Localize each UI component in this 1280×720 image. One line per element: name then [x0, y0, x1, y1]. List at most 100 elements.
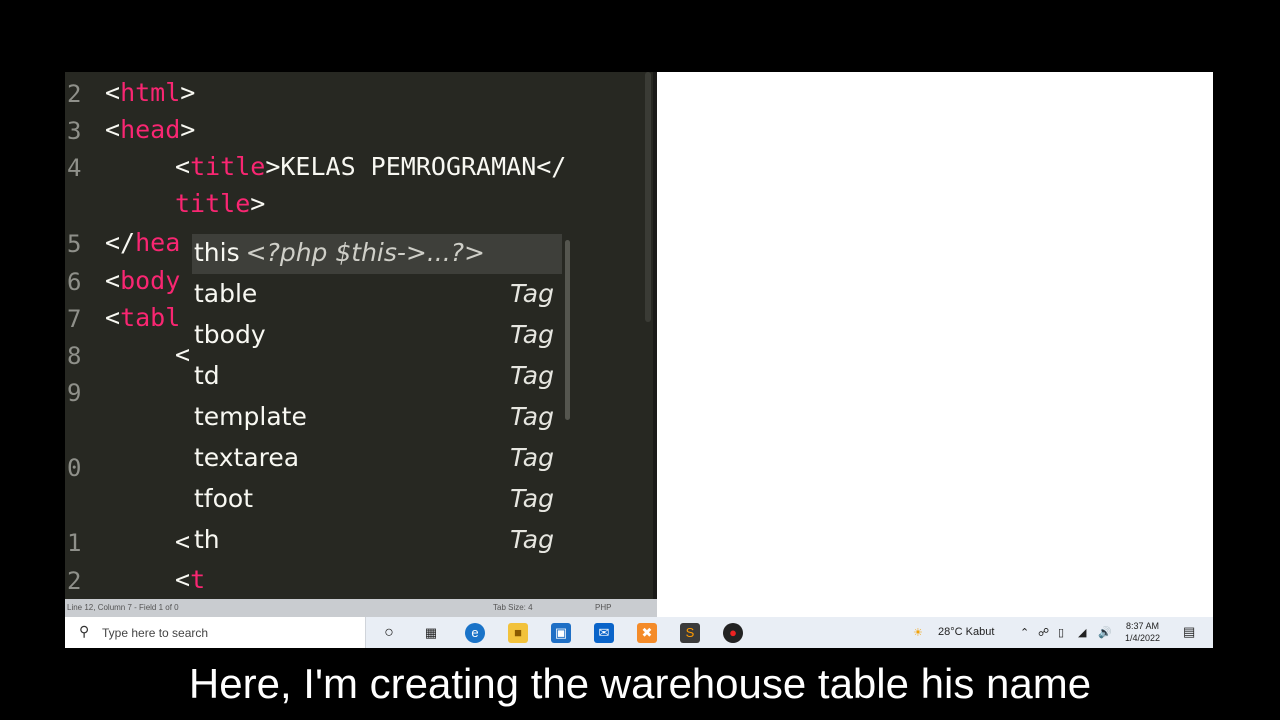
code-tag-name: html [120, 78, 181, 107]
autocomplete-item-kind: Tag [510, 402, 554, 431]
code-line[interactable]: <body [105, 266, 180, 295]
autocomplete-item[interactable]: template Tag [192, 398, 562, 438]
volume-icon[interactable]: 🔊 [1098, 626, 1112, 639]
autocomplete-item-label: template [194, 402, 307, 431]
file-explorer-icon[interactable]: ■ [508, 623, 528, 643]
code-line[interactable]: <html> [105, 78, 195, 107]
autocomplete-item[interactable]: table Tag [192, 275, 562, 315]
clock-time: 8:37 AM [1126, 621, 1160, 631]
search-icon: ⚲ [79, 623, 90, 639]
code-punctuation: > [180, 115, 196, 144]
clock[interactable]: 8:37 AM 1/4/2022 [1125, 620, 1160, 644]
code-punctuation: < [175, 565, 191, 594]
code-punctuation: < [175, 527, 191, 556]
code-tag-name: body [120, 266, 181, 295]
code-punctuation: < [105, 303, 121, 332]
xampp-icon[interactable]: ✖ [637, 623, 657, 643]
line-number: 5 [67, 230, 82, 258]
code-tag-name: head [120, 115, 181, 144]
code-punctuation: >KELAS PEMROGRAMAN</ [265, 152, 567, 181]
weather-icon: ☀ [913, 627, 923, 639]
line-number: 0 [67, 454, 82, 482]
code-tag-name: t [190, 565, 206, 594]
autocomplete-item-label: th [194, 525, 220, 554]
edge-icon[interactable]: e [465, 623, 485, 643]
code-line[interactable]: < [175, 340, 190, 369]
autocomplete-item-label: td [194, 361, 220, 390]
code-line[interactable]: < [175, 527, 190, 556]
code-line[interactable]: title> [175, 189, 265, 218]
windows-taskbar: ⚲ Type here to search ○ ▦ e ■ ▣ ✉ ✖ S ● … [65, 617, 1213, 648]
autocomplete-item-kind: Tag [510, 361, 554, 390]
code-line[interactable]: <t [175, 565, 205, 594]
search-placeholder: Type here to search [102, 626, 209, 640]
autocomplete-item-hint: <?php $this->...?> [245, 238, 485, 267]
line-number: 8 [67, 342, 82, 370]
code-line[interactable]: <head> [105, 115, 195, 144]
autocomplete-item-kind: Tag [510, 525, 554, 554]
taskbar-search-box[interactable]: ⚲ Type here to search [65, 617, 366, 648]
code-punctuation: < [175, 152, 191, 181]
screen: 2 <html> 3 <head> 4 <title>KELAS PEMROGRAMAN<… [65, 72, 1213, 648]
autocomplete-item[interactable]: tfoot Tag [192, 480, 562, 520]
autocomplete-item-label: tfoot [194, 484, 253, 513]
status-tab-size[interactable]: Tab Size: 4 [493, 603, 533, 612]
autocomplete-item-name: table [194, 279, 258, 308]
line-number: 4 [67, 154, 82, 182]
code-tag-name: tabl [120, 303, 181, 332]
screen-recorder-icon[interactable]: ● [723, 623, 743, 643]
cortana-icon[interactable]: ○ [379, 623, 399, 643]
autocomplete-item-name: th [194, 525, 220, 554]
weather-text[interactable]: 28°C Kabut [938, 626, 994, 638]
code-tag-name: title [175, 189, 251, 218]
code-punctuation: </ [105, 228, 136, 257]
code-punctuation: < [175, 340, 191, 369]
autocomplete-item-name: textarea [194, 443, 300, 472]
autocomplete-item[interactable]: tbody Tag [192, 316, 562, 356]
network-icon[interactable]: ☍ [1038, 626, 1049, 639]
notifications-icon[interactable]: ▤ [1183, 624, 1195, 640]
task-view-icon[interactable]: ▦ [421, 623, 441, 643]
line-number: 2 [67, 80, 82, 108]
chevron-up-icon[interactable]: ⌃ [1020, 626, 1029, 639]
autocomplete-item-kind: Tag [510, 320, 554, 349]
line-number: 1 [67, 529, 82, 557]
autocomplete-item-name: template [194, 402, 307, 431]
code-line[interactable]: <tabl [105, 303, 180, 332]
autocomplete-item-label: this <?php $this->...?> [194, 238, 485, 267]
wifi-icon[interactable]: ◢ [1078, 626, 1086, 639]
code-line[interactable]: <title>KELAS PEMROGRAMAN</ [175, 152, 566, 181]
line-number: 6 [67, 268, 82, 296]
code-punctuation: < [105, 78, 121, 107]
autocomplete-popup: this <?php $this->...?> table Tag tbody Tag td… [192, 234, 572, 561]
autocomplete-item-label: tbody [194, 320, 266, 349]
code-punctuation: < [105, 266, 121, 295]
autocomplete-item[interactable]: td Tag [192, 357, 562, 397]
line-number: 7 [67, 305, 82, 333]
autocomplete-item-name: tfoot [194, 484, 253, 513]
autocomplete-scrollbar[interactable] [565, 240, 570, 420]
code-punctuation: > [180, 78, 196, 107]
line-number: 3 [67, 117, 82, 145]
line-number: 9 [67, 379, 82, 407]
autocomplete-item[interactable]: th Tag [192, 521, 562, 561]
browser-preview-pane [657, 72, 1213, 617]
autocomplete-item-name: tbody [194, 320, 266, 349]
status-syntax[interactable]: PHP [595, 603, 611, 612]
code-punctuation: > [250, 189, 266, 218]
autocomplete-item[interactable]: textarea Tag [192, 439, 562, 479]
autocomplete-item[interactable]: this <?php $this->...?> [192, 234, 562, 274]
editor-scrollbar[interactable] [645, 72, 651, 322]
clock-date: 1/4/2022 [1125, 633, 1161, 643]
autocomplete-item-kind: Tag [510, 443, 554, 472]
battery-icon[interactable]: ▯ [1058, 626, 1064, 639]
code-line[interactable]: </hea [105, 228, 180, 257]
sublime-text-icon[interactable]: S [680, 623, 700, 643]
store-icon[interactable]: ▣ [551, 623, 571, 643]
autocomplete-item-name: this [194, 238, 240, 267]
mail-icon[interactable]: ✉ [594, 623, 614, 643]
line-number: 2 [67, 567, 82, 595]
autocomplete-item-label: table [194, 279, 257, 308]
autocomplete-item-label: textarea [194, 443, 299, 472]
status-position: Line 12, Column 7 - Field 1 of 0 [67, 603, 179, 612]
